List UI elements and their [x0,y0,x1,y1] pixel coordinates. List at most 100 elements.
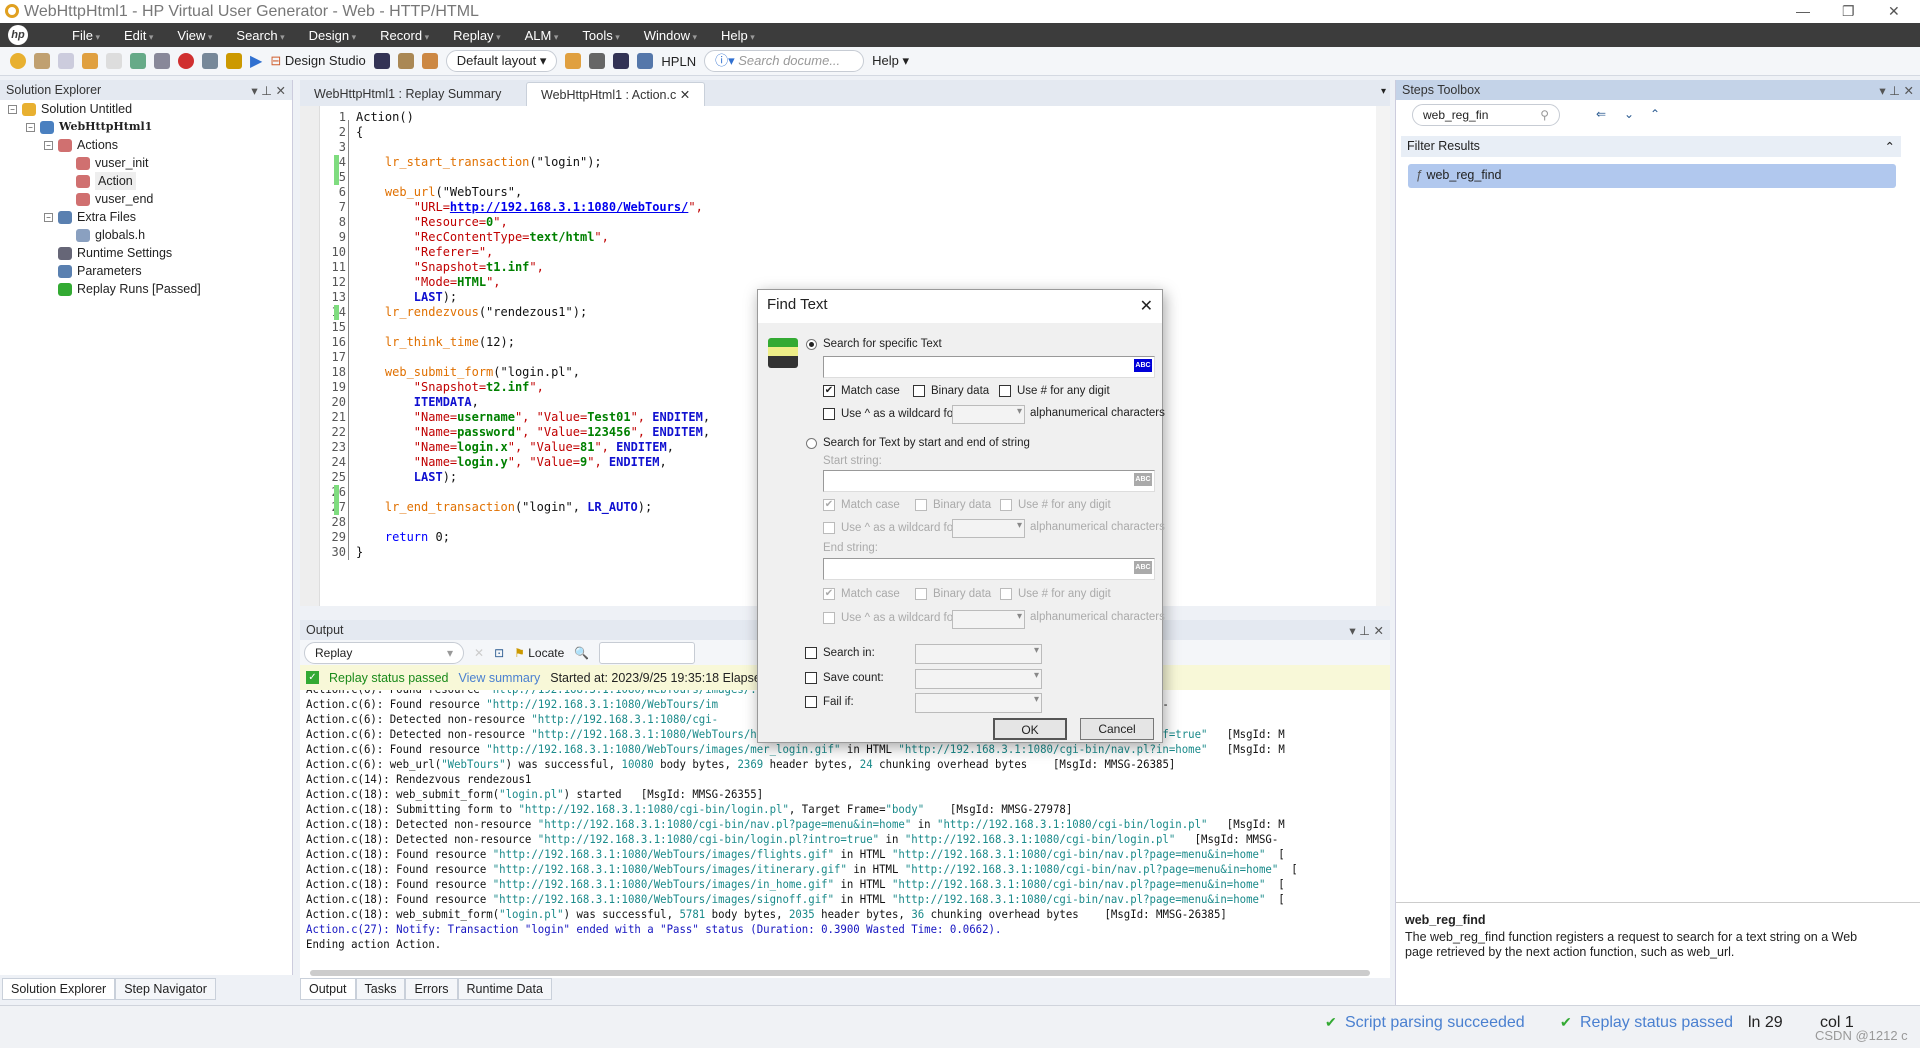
tab-step-navigator[interactable]: Step Navigator [115,978,216,1000]
checkbox[interactable] [1000,588,1012,600]
window-icon[interactable] [637,53,654,69]
tree-item[interactable]: vuser_end [62,190,153,208]
checkbox[interactable] [915,588,927,600]
save-count-checkbox[interactable] [805,672,817,684]
search-text-input[interactable]: ABC [823,356,1155,378]
new-solution-icon[interactable] [10,53,26,69]
view-summary-link[interactable]: View summary [459,671,541,685]
menu-replay[interactable]: Replay [441,28,513,43]
runtime-settings-icon[interactable] [154,53,170,69]
minimize-button[interactable]: — [1796,0,1810,23]
code-line[interactable]: Action() [356,110,414,125]
checkbox[interactable]: ✔ [823,588,835,600]
code-line[interactable]: lr_start_transaction("login"); [356,155,602,170]
filter-results-header[interactable]: Filter Results ⌃ [1401,136,1901,157]
code-line[interactable]: "Name=login.y", "Value=9", ENDITEM, [356,455,667,470]
code-line[interactable]: "Mode=HTML", [356,275,501,290]
cancel-button[interactable]: Cancel [1080,718,1154,740]
compile-icon[interactable] [130,53,146,69]
hpln-button[interactable]: HPLN [661,54,696,69]
collapse-toggle-icon[interactable]: − [44,140,53,150]
code-line[interactable]: "RecContentType=text/html", [356,230,609,245]
fail-if-checkbox[interactable] [805,696,817,708]
code-line[interactable]: "Resource=0", [356,215,508,230]
tree-item[interactable]: Replay Runs [Passed] [44,280,201,298]
code-line[interactable]: lr_end_transaction("login", LR_AUTO); [356,500,652,515]
menu-design[interactable]: Design [297,28,369,43]
select[interactable] [952,610,1025,629]
code-line[interactable]: lr_think_time(12); [356,335,515,350]
code-line[interactable]: "Name=login.x", "Value=81", ENDITEM, [356,440,674,455]
code-line[interactable]: LAST); [356,470,457,485]
checkbox[interactable]: ✔ [823,499,835,511]
tab-replay-summary[interactable]: WebHttpHtml1 : Replay Summary [300,82,515,106]
menu-file[interactable]: File [60,28,112,43]
code-line[interactable]: "Name=username", "Value=Test01", ENDITEM… [356,410,710,425]
checkbox[interactable] [823,522,835,534]
pen-icon[interactable] [589,53,606,69]
radio-specific-text[interactable] [806,339,817,350]
close-window-button[interactable]: ✕ [1888,0,1900,23]
checkbox[interactable] [915,499,927,511]
undo-icon[interactable] [82,53,98,69]
list-icon[interactable] [373,53,390,69]
code-line[interactable]: "URL=http://192.168.3.1:1080/WebTours/", [356,200,703,215]
start-string-input[interactable]: ABC [823,470,1155,492]
checkbox[interactable] [823,612,835,624]
clear-icon[interactable]: ✕ [474,646,484,660]
tree-item[interactable]: Action [62,172,136,190]
binary-data-checkbox[interactable] [913,385,925,397]
wrap-icon[interactable]: ⊡ [494,646,504,660]
toolbox-search-input[interactable]: web_reg_fin ⚲ [1412,104,1560,126]
code-line[interactable]: } [356,545,363,560]
design-studio-button[interactable]: ⊟ Design Studio [270,53,365,69]
result-web-reg-find[interactable]: ƒ web_reg_find [1408,164,1896,188]
abc-icon[interactable]: ABC [1134,359,1152,372]
new-script-icon[interactable] [34,53,50,69]
tree-item[interactable]: vuser_init [62,154,149,172]
tab-action-c[interactable]: WebHttpHtml1 : Action.c ✕ [526,82,706,106]
dialog-close-button[interactable]: ✕ [1140,296,1153,316]
replay-icon[interactable]: ▶ [250,51,262,71]
code-line[interactable]: { [356,125,363,140]
collapse-toggle-icon[interactable]: − [44,212,53,222]
fail-if-select[interactable] [915,693,1042,713]
record-icon[interactable] [178,53,194,69]
code-line[interactable]: "Snapshot=t2.inf", [356,380,544,395]
code-line[interactable]: "Name=password", "Value=123456", ENDITEM… [356,425,710,440]
tree-item[interactable]: − WebHttpHtml1 [26,118,152,136]
wildcard-checkbox[interactable] [823,408,835,420]
menu-edit[interactable]: Edit [112,28,165,43]
ok-button[interactable]: OK [993,718,1067,740]
radio-start-end[interactable] [806,438,817,449]
menu-window[interactable]: Window [632,28,709,43]
expand-all-icon[interactable]: ⌄ [1624,107,1634,121]
code-line[interactable]: "Snapshot=t1.inf", [356,260,544,275]
tree-item[interactable]: globals.h [62,226,145,244]
editor-scrollbar[interactable] [1376,106,1390,606]
menu-tools[interactable]: Tools [570,28,631,43]
search-in-select[interactable] [915,644,1042,664]
select[interactable] [952,519,1025,538]
code-line[interactable]: ITEMDATA, [356,395,479,410]
search-icon[interactable]: 🔍 [574,646,589,660]
menu-alm[interactable]: ALM [513,28,571,43]
grid-icon[interactable] [613,53,630,69]
menu-record[interactable]: Record [368,28,441,43]
tree-item[interactable]: − Actions [44,136,118,154]
breakpoint-icon[interactable] [397,53,414,69]
back-icon[interactable]: ⇐ [1596,107,1606,121]
collapse-all-icon[interactable]: ⌃ [1650,107,1660,121]
tree-item[interactable]: Runtime Settings [44,244,172,262]
collapse-toggle-icon[interactable]: − [8,104,17,114]
output-search-input[interactable] [599,641,696,664]
search-in-checkbox[interactable] [805,647,817,659]
bookmark-icon[interactable] [421,53,438,69]
redo-icon[interactable] [106,53,122,69]
code-line[interactable]: lr_rendezvous("rendezous1"); [356,305,587,320]
code-line[interactable]: web_url("WebTours", [356,185,522,200]
step-icon[interactable] [226,53,242,69]
script-icon[interactable] [202,53,218,69]
tree-item[interactable]: − Extra Files [44,208,136,226]
menu-view[interactable]: View [165,28,224,43]
